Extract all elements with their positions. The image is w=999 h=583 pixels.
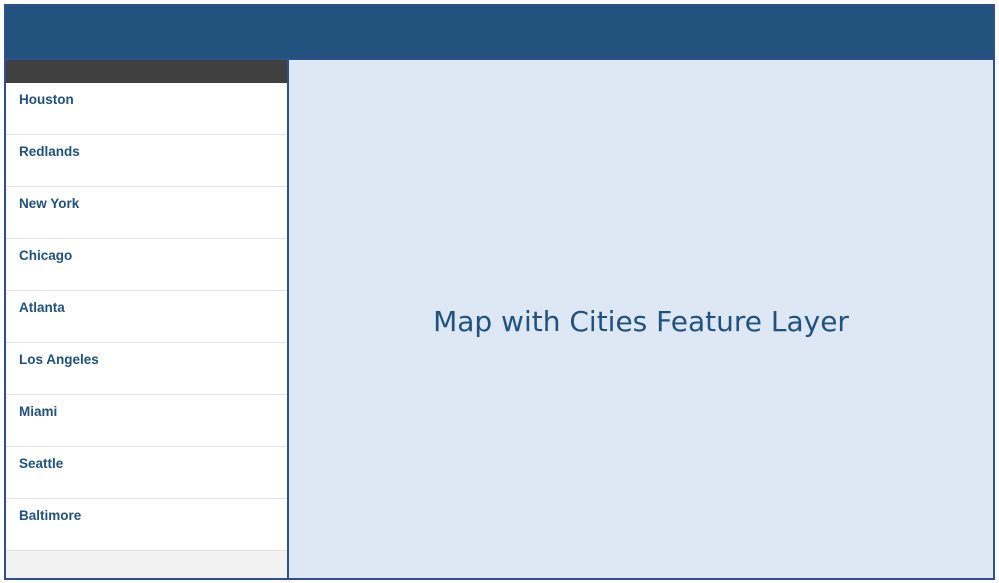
app-frame: Houston Redlands New York Chicago Atlant… — [4, 4, 995, 580]
city-list-item[interactable]: Houston — [6, 83, 287, 135]
sidebar-toolbar — [6, 60, 287, 83]
city-list-item[interactable]: Miami — [6, 395, 287, 447]
city-list-item[interactable]: Chicago — [6, 239, 287, 291]
city-list-item[interactable]: Atlanta — [6, 291, 287, 343]
city-list-item[interactable]: Los Angeles — [6, 343, 287, 395]
city-list-item[interactable]: Redlands — [6, 135, 287, 187]
map-placeholder-label: Map with Cities Feature Layer — [433, 304, 849, 338]
map-panel[interactable]: Map with Cities Feature Layer — [289, 60, 993, 578]
city-list-item[interactable]: Seattle — [6, 447, 287, 499]
city-list-item[interactable]: New York — [6, 187, 287, 239]
app-header — [6, 6, 993, 60]
city-list-item[interactable]: Baltimore — [6, 499, 287, 551]
city-list: Houston Redlands New York Chicago Atlant… — [6, 83, 287, 551]
sidebar: Houston Redlands New York Chicago Atlant… — [6, 60, 289, 578]
